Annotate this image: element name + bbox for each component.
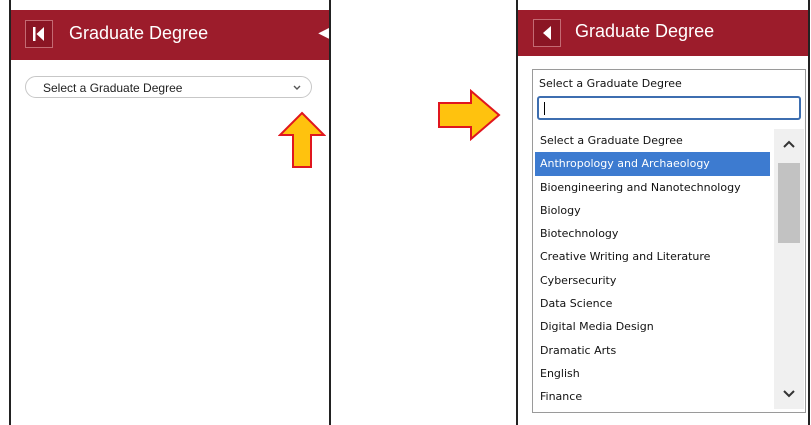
dropdown-search-input[interactable] bbox=[537, 96, 801, 120]
dropdown-option[interactable]: Data Science bbox=[535, 292, 770, 315]
left-panel: Graduate Degree ◀ Select a Graduate Degr… bbox=[9, 0, 331, 425]
select-value: Select a Graduate Degree bbox=[43, 81, 183, 95]
scroll-down-button[interactable] bbox=[774, 379, 804, 409]
header-title: Graduate Degree bbox=[69, 23, 209, 43]
scroll-up-icon bbox=[783, 140, 795, 148]
dropdown-option[interactable]: Digital Media Design bbox=[535, 315, 770, 338]
dropdown-option[interactable]: Select a Graduate Degree bbox=[535, 129, 770, 152]
up-arrow-icon bbox=[278, 111, 326, 168]
dropdown-scrollbar[interactable] bbox=[774, 129, 804, 409]
header-bar: Graduate Degree ◀ bbox=[11, 10, 329, 60]
graduate-degree-dropdown: Select a Graduate Degree Select a Gradua… bbox=[532, 69, 806, 413]
header-bar: Graduate Degree bbox=[518, 10, 808, 56]
back-button[interactable] bbox=[25, 20, 53, 48]
back-button[interactable] bbox=[533, 19, 561, 47]
text-caret bbox=[544, 102, 545, 115]
dropdown-option[interactable]: Finance bbox=[535, 385, 770, 408]
dropdown-option[interactable]: Dramatic Arts bbox=[535, 339, 770, 362]
chevron-down-icon bbox=[293, 85, 301, 90]
dropdown-option[interactable]: Anthropology and Archaeology bbox=[535, 152, 770, 176]
right-arrow-icon bbox=[438, 89, 501, 141]
dropdown-option[interactable]: Cybersecurity bbox=[535, 269, 770, 292]
scroll-down-icon bbox=[783, 390, 795, 398]
dropdown-options-list: Select a Graduate Degree Anthropology an… bbox=[535, 129, 770, 409]
back-icon bbox=[33, 27, 44, 41]
dropdown-option[interactable]: Bioengineering and Nanotechnology bbox=[535, 176, 770, 199]
dropdown-option[interactable]: English bbox=[535, 362, 770, 385]
graduate-degree-select[interactable]: Select a Graduate Degree bbox=[25, 76, 312, 98]
right-panel: Graduate Degree Select a Graduate Degree… bbox=[516, 0, 810, 425]
dropdown-label: Select a Graduate Degree bbox=[539, 77, 682, 90]
scroll-up-button[interactable] bbox=[774, 129, 804, 159]
dropdown-option[interactable]: Biology bbox=[535, 199, 770, 222]
dropdown-option[interactable]: Biotechnology bbox=[535, 222, 770, 245]
header-title: Graduate Degree bbox=[575, 21, 715, 41]
scroll-thumb[interactable] bbox=[778, 163, 800, 243]
dropdown-option[interactable]: Creative Writing and Literature bbox=[535, 245, 770, 268]
header-more-icon[interactable]: ◀ bbox=[318, 24, 329, 41]
back-icon bbox=[543, 26, 551, 40]
